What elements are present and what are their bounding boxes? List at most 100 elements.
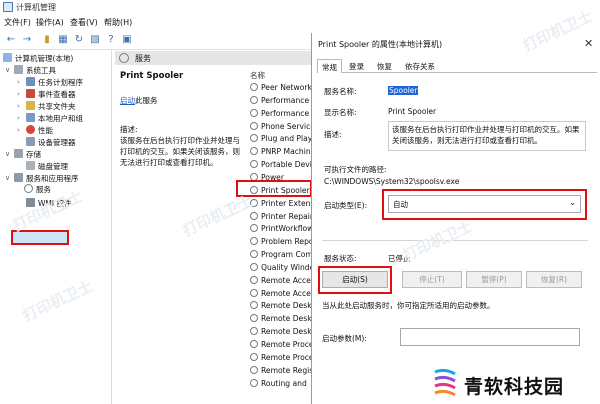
tree-disk-management[interactable]: 磁盘管理 <box>26 161 68 173</box>
tree-local-users[interactable]: 本地用户和组 <box>26 113 83 125</box>
forward-icon[interactable]: → <box>20 33 34 47</box>
service-row[interactable]: Remote Acces <box>250 288 315 302</box>
stop-button[interactable]: 停止(T) <box>402 271 462 288</box>
startup-type-highlight <box>382 189 587 220</box>
tree-storage[interactable]: 存储 <box>14 149 41 161</box>
computer-management-icon <box>3 2 13 12</box>
expand-icon[interactable]: › <box>17 126 20 134</box>
pause-button[interactable]: 暂停(P) <box>466 271 522 288</box>
service-row[interactable]: PNRP Machine <box>250 147 315 160</box>
console-icon[interactable]: ▣ <box>120 33 134 47</box>
close-icon[interactable]: ✕ <box>584 37 593 50</box>
service-row[interactable]: Printer Extensi <box>250 198 317 212</box>
expand-icon[interactable]: › <box>17 90 20 98</box>
expand-icon[interactable]: › <box>17 102 20 110</box>
selected-service-name: Print Spooler <box>120 71 184 81</box>
tree-system-tools[interactable]: 系统工具 <box>14 65 56 77</box>
service-name: Remote Acces <box>261 275 315 285</box>
service-name: Remote Proce <box>261 352 314 362</box>
performance-icon <box>26 125 35 134</box>
refresh-icon[interactable]: ↻ <box>72 33 86 47</box>
gear-icon <box>250 95 258 104</box>
expand-icon[interactable]: › <box>17 78 20 86</box>
tree-device-manager[interactable]: 设备管理器 <box>26 137 76 149</box>
service-name-value[interactable]: Spooler <box>388 86 419 95</box>
service-row[interactable]: Performance <box>250 108 309 122</box>
name-column-header[interactable]: 名称 <box>250 70 265 81</box>
export-icon[interactable]: ▧ <box>88 33 102 47</box>
properties-icon[interactable]: ▦ <box>56 33 70 47</box>
service-row[interactable]: Remote Deskt <box>250 314 315 327</box>
service-row[interactable]: Problem Repor <box>250 237 317 250</box>
service-row[interactable]: Remote Regis <box>250 365 313 379</box>
service-row[interactable]: Remote Proce <box>250 352 314 366</box>
tab-general[interactable]: 常规 <box>317 59 342 73</box>
expand-icon[interactable]: › <box>17 114 20 122</box>
service-row[interactable]: Remote Deskt <box>250 327 315 340</box>
service-name: Plug and Play <box>261 134 313 144</box>
service-name: Remote Deskt <box>261 327 315 337</box>
tab-dependencies[interactable]: 依存关系 <box>401 59 439 73</box>
tree-event-viewer[interactable]: 事件查看器 <box>26 89 76 101</box>
menu-help[interactable]: 帮助(H) <box>104 17 132 28</box>
exe-path-value: C:\WINDOWS\System32\spoolsv.exe <box>324 177 460 186</box>
computer-icon <box>3 53 12 62</box>
service-row[interactable]: Phone Service <box>250 121 315 135</box>
service-row[interactable]: Routing and <box>250 378 307 392</box>
start-params-hint: 当从此处启动服务时，你可指定所适用的启动参数。 <box>322 301 495 310</box>
service-row[interactable]: Printer Repair <box>250 211 313 225</box>
tab-logon[interactable]: 登录 <box>345 59 368 73</box>
service-name: Routing and <box>261 378 307 388</box>
pane-title: 服务 <box>135 54 151 63</box>
gear-icon <box>250 224 258 233</box>
menu-file[interactable]: 文件(F) <box>4 17 31 28</box>
display-name-value[interactable]: Print Spooler <box>388 107 436 116</box>
service-description: 该服务在后台执行打印作业并处理与打印机的交互。如果关闭该服务，则无法进行打印或查… <box>120 136 240 167</box>
tree-shared-folders[interactable]: 共享文件夹 <box>26 101 76 113</box>
brand-text: 青软科技园 <box>464 376 565 398</box>
gear-icon <box>250 288 258 297</box>
expand-icon[interactable]: ∨ <box>5 174 10 182</box>
service-name: Printer Repair <box>261 211 313 221</box>
start-service-text: 启动此服务 <box>120 96 158 105</box>
service-status-label: 服务状态: <box>324 254 357 263</box>
tree-services[interactable]: 服务 <box>24 184 51 196</box>
service-row[interactable]: Quality Windo <box>250 262 315 276</box>
service-row[interactable]: Peer Network <box>250 83 312 96</box>
service-row[interactable]: Plug and Play <box>250 134 312 147</box>
start-service-link[interactable]: 启动 <box>120 96 135 105</box>
service-row[interactable]: Program Com <box>250 250 313 263</box>
service-row[interactable]: Performance C <box>250 95 317 109</box>
back-icon[interactable]: ← <box>4 33 18 47</box>
service-name: Printer Extensi <box>261 198 317 208</box>
start-params-input[interactable] <box>400 328 580 346</box>
tree-performance[interactable]: 性能 <box>26 125 53 137</box>
description-label: 描述: <box>120 125 138 134</box>
menu-action[interactable]: 操作(A) <box>36 17 64 28</box>
service-row[interactable]: Remote Deskt <box>250 301 315 314</box>
menu-view[interactable]: 查看(V) <box>70 17 98 28</box>
service-row[interactable]: Remote Proce <box>250 340 314 353</box>
resume-button[interactable]: 恢复(R) <box>526 271 582 288</box>
watermark: 打印机卫士 <box>179 191 256 240</box>
tab-recovery[interactable]: 恢复 <box>373 59 396 73</box>
disk-icon <box>26 161 35 170</box>
dialog-description-box[interactable]: 该服务在后台执行打印作业并处理与打印机的交互。如果关闭该服务，则无法进行打印或查… <box>388 121 586 151</box>
gear-icon <box>250 83 258 91</box>
service-name: Quality Windo <box>261 262 315 272</box>
service-row[interactable]: Portable Devi <box>250 160 312 173</box>
expand-icon[interactable]: ∨ <box>5 150 10 158</box>
dialog-title: Print Spooler 的属性(本地计算机) <box>318 40 443 49</box>
gear-icon <box>250 160 258 169</box>
tree-root[interactable]: 计算机管理(本地) <box>3 53 73 65</box>
clock-icon <box>26 77 35 86</box>
gear-icon <box>250 352 258 361</box>
service-row[interactable]: Remote Acces <box>250 275 315 289</box>
folder-icon[interactable]: ▮ <box>40 33 54 47</box>
tree-task-scheduler[interactable]: 任务计划程序 <box>26 77 83 89</box>
service-name: Performance C <box>261 95 317 105</box>
help-icon[interactable]: ? <box>104 33 118 47</box>
expand-icon[interactable]: ∨ <box>5 66 10 74</box>
event-icon <box>26 89 35 98</box>
service-row[interactable]: PrintWorkflow <box>250 224 313 237</box>
